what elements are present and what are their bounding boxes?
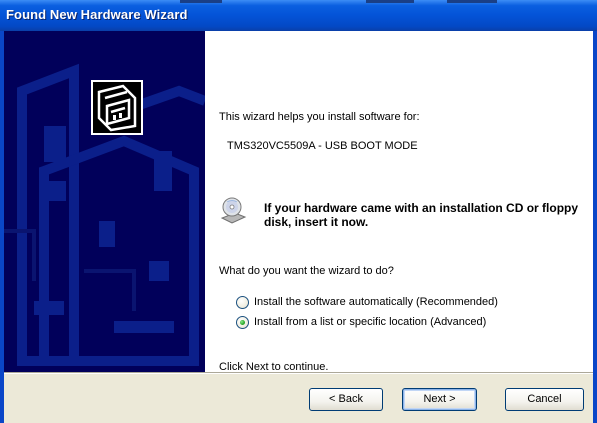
option-label: Install from a list or specific location… — [254, 316, 487, 328]
radio-selected-icon[interactable] — [236, 316, 249, 329]
top-strip — [366, 0, 414, 3]
title-bar[interactable]: Found New Hardware Wizard — [0, 0, 597, 31]
hardware-wizard-icon — [91, 80, 143, 135]
radio-unselected-icon[interactable] — [236, 296, 249, 309]
device-name: TMS320VC5509A - USB BOOT MODE — [227, 140, 418, 152]
top-strip — [447, 0, 497, 3]
intro-text: This wizard helps you install software f… — [219, 111, 420, 123]
wizard-side-panel — [4, 31, 205, 372]
button-bar: < Back Next > Cancel — [4, 374, 593, 423]
wizard-question: What do you want the wizard to do? — [219, 265, 394, 277]
next-button[interactable]: Next > — [402, 388, 477, 411]
cd-prompt: If your hardware came with an installati… — [264, 201, 579, 229]
back-button[interactable]: < Back — [309, 388, 383, 411]
window-title: Found New Hardware Wizard — [6, 7, 188, 22]
top-strip — [180, 0, 222, 3]
wizard-content: This wizard helps you install software f… — [205, 31, 593, 373]
cd-disc-icon — [218, 196, 248, 226]
option-label: Install the software automatically (Reco… — [254, 296, 498, 308]
cancel-button[interactable]: Cancel — [505, 388, 584, 411]
window-frame-right — [593, 31, 597, 423]
